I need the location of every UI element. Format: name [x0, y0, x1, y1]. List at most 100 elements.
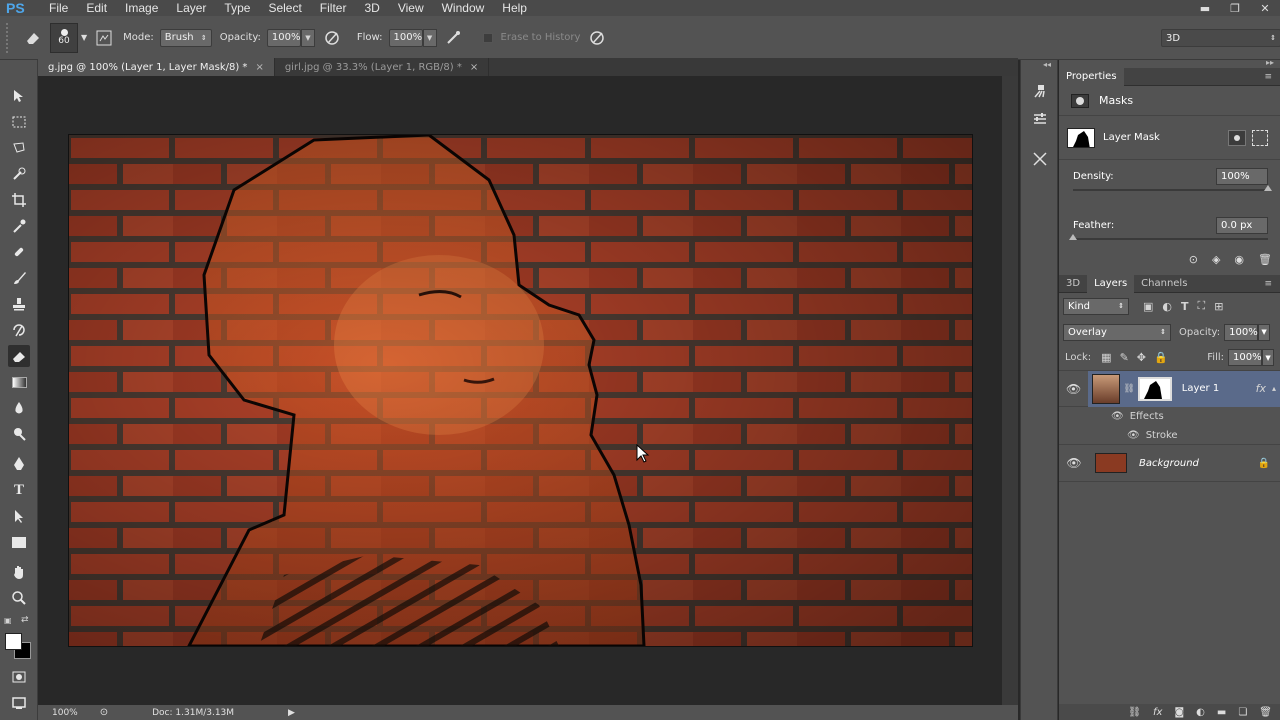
menu-layer[interactable]: Layer: [167, 0, 215, 16]
menu-edit[interactable]: Edit: [77, 0, 116, 16]
move-tool-icon[interactable]: [8, 85, 30, 107]
collapse-effects-icon[interactable]: ▴: [1272, 384, 1276, 393]
tool-presets-icon[interactable]: [1029, 148, 1051, 170]
apply-mask-icon[interactable]: ◈: [1212, 253, 1220, 266]
layer-1-thumbnail[interactable]: [1092, 373, 1121, 404]
brush-presets-icon[interactable]: [1029, 80, 1051, 102]
feather-field[interactable]: 0.0 px: [1216, 217, 1268, 234]
document-canvas[interactable]: [69, 135, 972, 646]
effects-eye-icon[interactable]: 👁: [1111, 411, 1124, 422]
adjustments-icon[interactable]: [1029, 108, 1051, 130]
crop-tool-icon[interactable]: [8, 189, 30, 211]
tab-layers[interactable]: Layers: [1087, 274, 1135, 293]
menu-image[interactable]: Image: [116, 0, 167, 16]
default-colors-icon[interactable]: ▣: [4, 616, 14, 626]
zoom-level[interactable]: 100%: [52, 708, 78, 718]
vector-mask-icon[interactable]: [1252, 129, 1268, 146]
filter-adjustment-icon[interactable]: ◐: [1162, 300, 1172, 313]
stroke-effect-row[interactable]: 👁 Stroke: [1059, 426, 1280, 445]
quick-mask-icon[interactable]: [8, 666, 30, 688]
airbrush-icon[interactable]: [443, 27, 465, 49]
disable-mask-icon[interactable]: ◉: [1234, 253, 1244, 266]
tab-close-icon[interactable]: ×: [470, 62, 478, 73]
layers-menu-icon[interactable]: ≡: [1264, 279, 1272, 289]
new-layer-icon[interactable]: ❏: [1238, 707, 1247, 718]
add-mask-icon[interactable]: ◙: [1174, 707, 1184, 718]
tab-g-jpg[interactable]: g.jpg @ 100% (Layer 1, Layer Mask/8) * ×: [38, 58, 275, 76]
mode-select[interactable]: Brush ⇕: [159, 28, 212, 47]
menu-select[interactable]: Select: [259, 0, 310, 16]
select-mask-icon[interactable]: [1228, 129, 1246, 146]
flow-field[interactable]: 100%: [388, 28, 423, 47]
swap-colors-icon[interactable]: ⇄: [21, 615, 29, 625]
background-name[interactable]: Background: [1139, 458, 1199, 469]
tab-girl-jpg[interactable]: girl.jpg @ 33.3% (Layer 1, RGB/8) * ×: [275, 58, 490, 76]
lock-position-icon[interactable]: ✥: [1137, 351, 1146, 364]
brush-tool-icon[interactable]: [8, 267, 30, 289]
density-slider-thumb[interactable]: [1264, 185, 1272, 191]
kind-filter-select[interactable]: Kind ⇕: [1063, 297, 1129, 315]
brush-panel-toggle-icon[interactable]: [93, 27, 115, 49]
layer-opacity-dropdown-icon[interactable]: ▼: [1258, 323, 1271, 341]
layer-mask-thumbnail[interactable]: [1067, 127, 1095, 148]
properties-menu-icon[interactable]: ≡: [1264, 72, 1272, 82]
visibility-eye-icon[interactable]: 👁: [1059, 456, 1089, 470]
healing-brush-tool-icon[interactable]: [8, 241, 30, 263]
new-group-icon[interactable]: ▬: [1217, 707, 1226, 718]
menu-type[interactable]: Type: [215, 0, 259, 16]
tab-properties[interactable]: Properties: [1059, 67, 1124, 86]
hand-tool-icon[interactable]: [8, 561, 30, 583]
status-info-icon[interactable]: ⊙: [100, 707, 108, 718]
menu-view[interactable]: View: [389, 0, 433, 16]
delete-layer-icon[interactable]: 🗑: [1259, 707, 1272, 718]
eyedropper-tool-icon[interactable]: [8, 215, 30, 237]
type-tool-icon[interactable]: T: [8, 479, 30, 501]
tab-channels[interactable]: Channels: [1134, 275, 1194, 293]
feather-slider[interactable]: [1069, 234, 1268, 240]
pressure-size-icon[interactable]: [586, 27, 608, 49]
blend-mode-select[interactable]: Overlay ⇕: [1063, 323, 1171, 341]
status-menu-arrow-icon[interactable]: ▶: [288, 708, 295, 718]
rectangle-tool-icon[interactable]: [8, 531, 30, 553]
opacity-field[interactable]: 100%: [266, 28, 301, 47]
tab-close-icon[interactable]: ×: [255, 62, 263, 73]
chain-link-icon[interactable]: ⛓: [1123, 384, 1134, 394]
gradient-tool-icon[interactable]: [8, 371, 30, 393]
density-slider[interactable]: [1073, 185, 1272, 191]
layer-opacity-field[interactable]: 100%: [1224, 323, 1259, 341]
blur-tool-icon[interactable]: [8, 397, 30, 419]
lasso-tool-icon[interactable]: [8, 137, 30, 159]
pressure-opacity-icon[interactable]: [321, 27, 343, 49]
layer-1-mask-thumbnail[interactable]: [1137, 376, 1172, 401]
brush-picker-arrow-icon[interactable]: ▼: [81, 33, 87, 42]
collapse-panels-icon[interactable]: ▸▸: [1266, 58, 1274, 67]
eraser-tool-icon[interactable]: [8, 345, 30, 367]
minimize-button[interactable]: ▬: [1190, 0, 1220, 16]
erase-history-checkbox[interactable]: [482, 32, 493, 43]
link-layers-icon[interactable]: ⛓: [1128, 707, 1141, 718]
collapse-dock-icon[interactable]: ◂◂: [1043, 60, 1051, 69]
brush-size-picker[interactable]: 60: [50, 22, 78, 53]
tab-3d[interactable]: 3D: [1059, 275, 1087, 293]
filter-smart-object-icon[interactable]: ⊞: [1214, 300, 1223, 313]
layer-row-layer-1[interactable]: 👁 ⛓ Layer 1 fx ▴: [1059, 370, 1280, 407]
filter-type-icon[interactable]: T: [1181, 300, 1189, 313]
flow-dropdown-icon[interactable]: ▼: [422, 28, 437, 47]
layer-1-name[interactable]: Layer 1: [1182, 383, 1219, 394]
layer-row-background[interactable]: 👁 Background 🔒: [1059, 445, 1280, 482]
menu-filter[interactable]: Filter: [311, 0, 356, 16]
visibility-eye-icon[interactable]: 👁: [1059, 382, 1088, 396]
foreground-color-swatch[interactable]: [5, 633, 22, 650]
fill-dropdown-icon[interactable]: ▼: [1262, 349, 1274, 366]
filter-pixel-icon[interactable]: ▣: [1143, 300, 1153, 313]
add-style-icon[interactable]: fx: [1153, 707, 1162, 718]
layer-fx-icon[interactable]: fx: [1256, 382, 1266, 395]
workspace-select[interactable]: 3D ⇕: [1161, 29, 1280, 47]
new-adjustment-icon[interactable]: ◐: [1196, 707, 1205, 718]
stroke-eye-icon[interactable]: 👁: [1127, 430, 1140, 441]
dodge-tool-icon[interactable]: [8, 423, 30, 445]
pen-tool-icon[interactable]: [8, 453, 30, 475]
options-grip[interactable]: [6, 22, 16, 53]
history-brush-tool-icon[interactable]: [8, 319, 30, 341]
fill-field[interactable]: 100%: [1228, 349, 1262, 366]
